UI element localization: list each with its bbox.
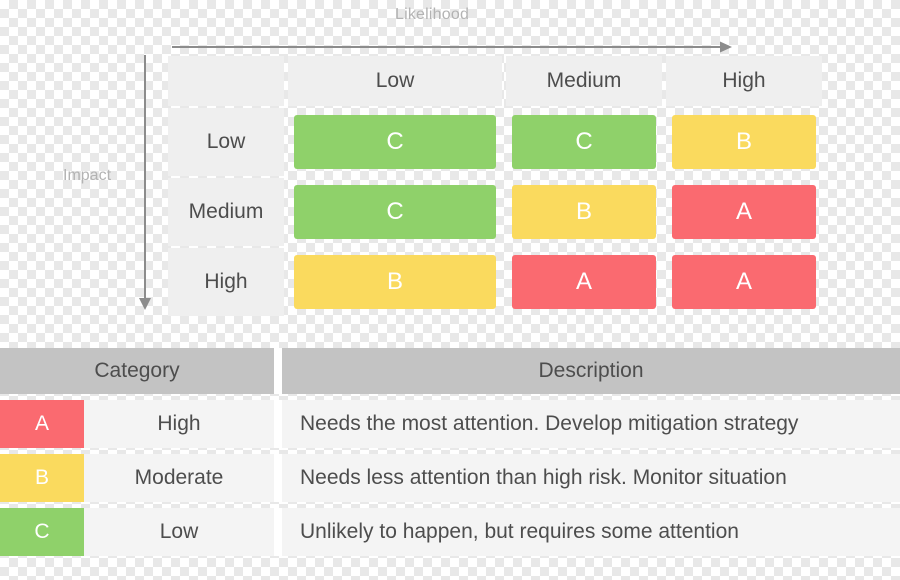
legend-row-b[interactable]: B Moderate Needs less attention than hig… [0, 454, 900, 502]
matrix-cell-medium-low[interactable]: C [294, 185, 496, 239]
impact-arrow-icon [138, 55, 152, 310]
matrix-grid: Low Medium High Low C C B Medium C B A H… [168, 56, 822, 316]
legend-swatch-a: A [0, 400, 84, 448]
likelihood-axis-label: Likelihood [395, 6, 470, 23]
likelihood-arrow-icon [172, 40, 732, 53]
legend-header-gap [274, 348, 282, 394]
legend-swatch-c: C [0, 508, 84, 556]
legend-swatch-b: B [0, 454, 84, 502]
legend-level-a: High [84, 400, 274, 448]
matrix-cell-low-medium[interactable]: C [512, 115, 656, 169]
matrix-cell-high-high[interactable]: A [672, 255, 816, 309]
column-header-low: Low [288, 56, 502, 106]
column-header-high: High [666, 56, 822, 106]
matrix-cell-medium-high[interactable]: A [672, 185, 816, 239]
legend-row-a[interactable]: A High Needs the most attention. Develop… [0, 400, 900, 448]
matrix-cell-high-medium[interactable]: A [512, 255, 656, 309]
impact-axis-label: Impact [63, 167, 112, 184]
legend-row-c[interactable]: C Low Unlikely to happen, but requires s… [0, 508, 900, 556]
legend-header-category: Category [94, 359, 180, 382]
legend-row-gap-c [274, 508, 282, 556]
row-header-low: Low [168, 108, 284, 176]
legend-row-gap-b [274, 454, 282, 502]
legend-level-c: Low [84, 508, 274, 556]
legend-description-a: Needs the most attention. Develop mitiga… [282, 400, 900, 448]
row-header-medium: Medium [168, 178, 284, 246]
legend-description-c: Unlikely to happen, but requires some at… [282, 508, 900, 556]
column-header-medium: Medium [506, 56, 662, 106]
matrix-corner-cell [168, 56, 284, 106]
matrix-cell-low-high[interactable]: B [672, 115, 816, 169]
risk-matrix: Likelihood Impact Low Medium High Low C … [0, 0, 900, 338]
legend-table: Category Description A High Needs the mo… [0, 348, 900, 556]
legend-header-row: Category Description [0, 348, 900, 394]
row-header-high: High [168, 248, 284, 316]
legend-header-description: Description [538, 359, 644, 382]
legend-description-b: Needs less attention than high risk. Mon… [282, 454, 900, 502]
matrix-cell-medium-medium[interactable]: B [512, 185, 656, 239]
legend-row-gap-a [274, 400, 282, 448]
matrix-cell-high-low[interactable]: B [294, 255, 496, 309]
legend-level-b: Moderate [84, 454, 274, 502]
matrix-cell-low-low[interactable]: C [294, 115, 496, 169]
